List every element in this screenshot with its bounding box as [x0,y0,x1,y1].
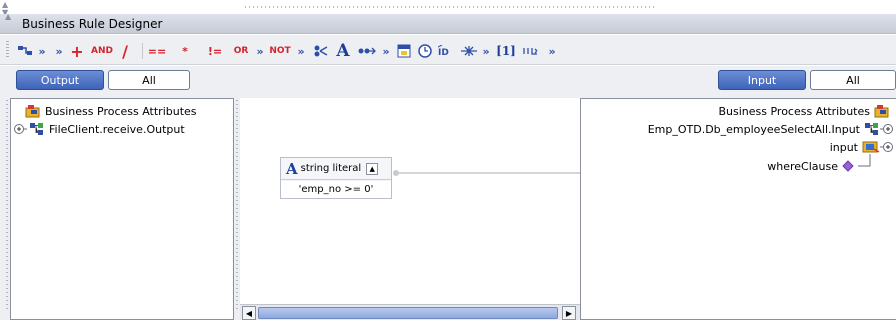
input-tree-panel: Business Process Attributes Emp_OTD.Db_e… [580,98,896,320]
window-title: Business Rule Designer [22,17,163,31]
node-structure-icon [865,123,878,135]
split-icon[interactable] [460,42,478,60]
mapping-canvas[interactable] [240,98,580,320]
toolbar-grip[interactable] [6,41,9,59]
tree-label: FileClient.receive.Output [49,122,185,136]
add-icon[interactable]: + [70,42,84,61]
array-index-icon[interactable]: [1] [496,42,516,60]
toggle-mapper-icon[interactable] [16,42,34,60]
expand-toggle-icon[interactable] [13,122,27,136]
scroll-right-button[interactable]: ▶ [562,306,576,320]
node-title: string literal [300,163,362,174]
collapse-node-button[interactable]: ▲ [366,162,379,175]
tab-output[interactable]: Output [16,70,104,90]
tab-left-all[interactable]: All [108,70,190,90]
substring-icon[interactable] [312,42,330,60]
node-header[interactable]: A string literal ▲ [281,158,391,180]
tab-input[interactable]: Input [718,70,806,90]
tree-node-whereclause[interactable]: whereClause [767,158,854,174]
more-arrows-5[interactable]: » [380,42,392,60]
splitter-grip[interactable] [245,6,655,8]
panel-tabs-row: Output All Input All [0,66,896,93]
left-edge-grip [6,100,8,310]
tree-node-bp-attributes-right[interactable]: Business Process Attributes [718,103,890,119]
tree-label: Business Process Attributes [45,104,197,118]
tree-label: Emp_OTD.Db_employeeSelectAll.Input [647,122,860,136]
more-arrows-3[interactable]: » [254,42,266,60]
svg-text:ID: ID [438,48,449,57]
boolean-icon[interactable] [522,42,540,60]
expand-toggle-icon[interactable] [880,122,894,136]
tab-right-all[interactable]: All [810,70,896,90]
tree-label: Business Process Attributes [718,104,870,118]
output-port-dot[interactable] [393,170,399,176]
scroll-thumb[interactable] [258,307,558,319]
more-arrows-2[interactable]: » [53,42,65,60]
more-arrows-4[interactable]: » [295,42,307,60]
not-operator[interactable]: NOT [268,42,292,60]
divide-icon[interactable]: / [118,42,132,61]
asterisk-operator[interactable]: * [178,42,192,60]
string-literal-icon[interactable]: A [335,41,351,61]
top-grip-bar: ▲ ▼ [0,0,896,17]
designer-title-bar: ▲ Business Rule Designer [0,12,896,34]
string-literal-node[interactable]: A string literal ▲ 'emp_no >= 0' [280,157,392,199]
output-tree-panel: Business Process Attributes FileClient.r… [10,98,234,320]
or-operator[interactable]: OR [231,42,251,60]
toolbar: » » + AND / == * != OR » NOT » A » ID » … [0,35,896,65]
tree-label: whereClause [767,159,838,173]
and-operator[interactable]: AND [89,42,115,60]
folder-attributes-icon [25,105,40,118]
node-value-field[interactable]: 'emp_no >= 0' [281,181,391,198]
tree-node-emp-otd-input[interactable]: Emp_OTD.Db_employeeSelectAll.Input [648,121,894,137]
more-arrows-7[interactable]: » [546,42,558,60]
more-arrows-6[interactable]: » [480,42,492,60]
canvas-horizontal-scrollbar[interactable]: ◀ ▶ [240,304,580,320]
node-structure-icon [30,123,43,135]
tree-node-fileclient-output[interactable]: FileClient.receive.Output [13,121,185,137]
more-arrows-1[interactable]: » [36,42,48,60]
expand-arrow-icon[interactable]: ▲ [5,12,11,21]
tree-connector-lines [858,154,871,167]
scroll-left-button[interactable]: ◀ [242,306,256,320]
input-node-icon [862,141,880,153]
equals-operator[interactable]: == [147,42,167,60]
tree-node-input[interactable]: input [830,139,894,155]
tree-label: input [829,140,858,154]
not-equals-operator[interactable]: != [207,42,223,60]
string-literal-node-icon: A [286,159,298,178]
toolbar-separator [140,42,144,60]
date-icon[interactable] [396,42,412,60]
id-icon[interactable]: ID [438,42,456,60]
expand-toggle-icon[interactable] [880,140,894,154]
concat-icon[interactable] [358,42,376,60]
clock-icon[interactable] [417,42,433,60]
folder-attributes-icon [874,105,889,118]
left-splitter-grip[interactable] [236,100,238,310]
tree-node-bp-attributes[interactable]: Business Process Attributes [25,103,197,119]
